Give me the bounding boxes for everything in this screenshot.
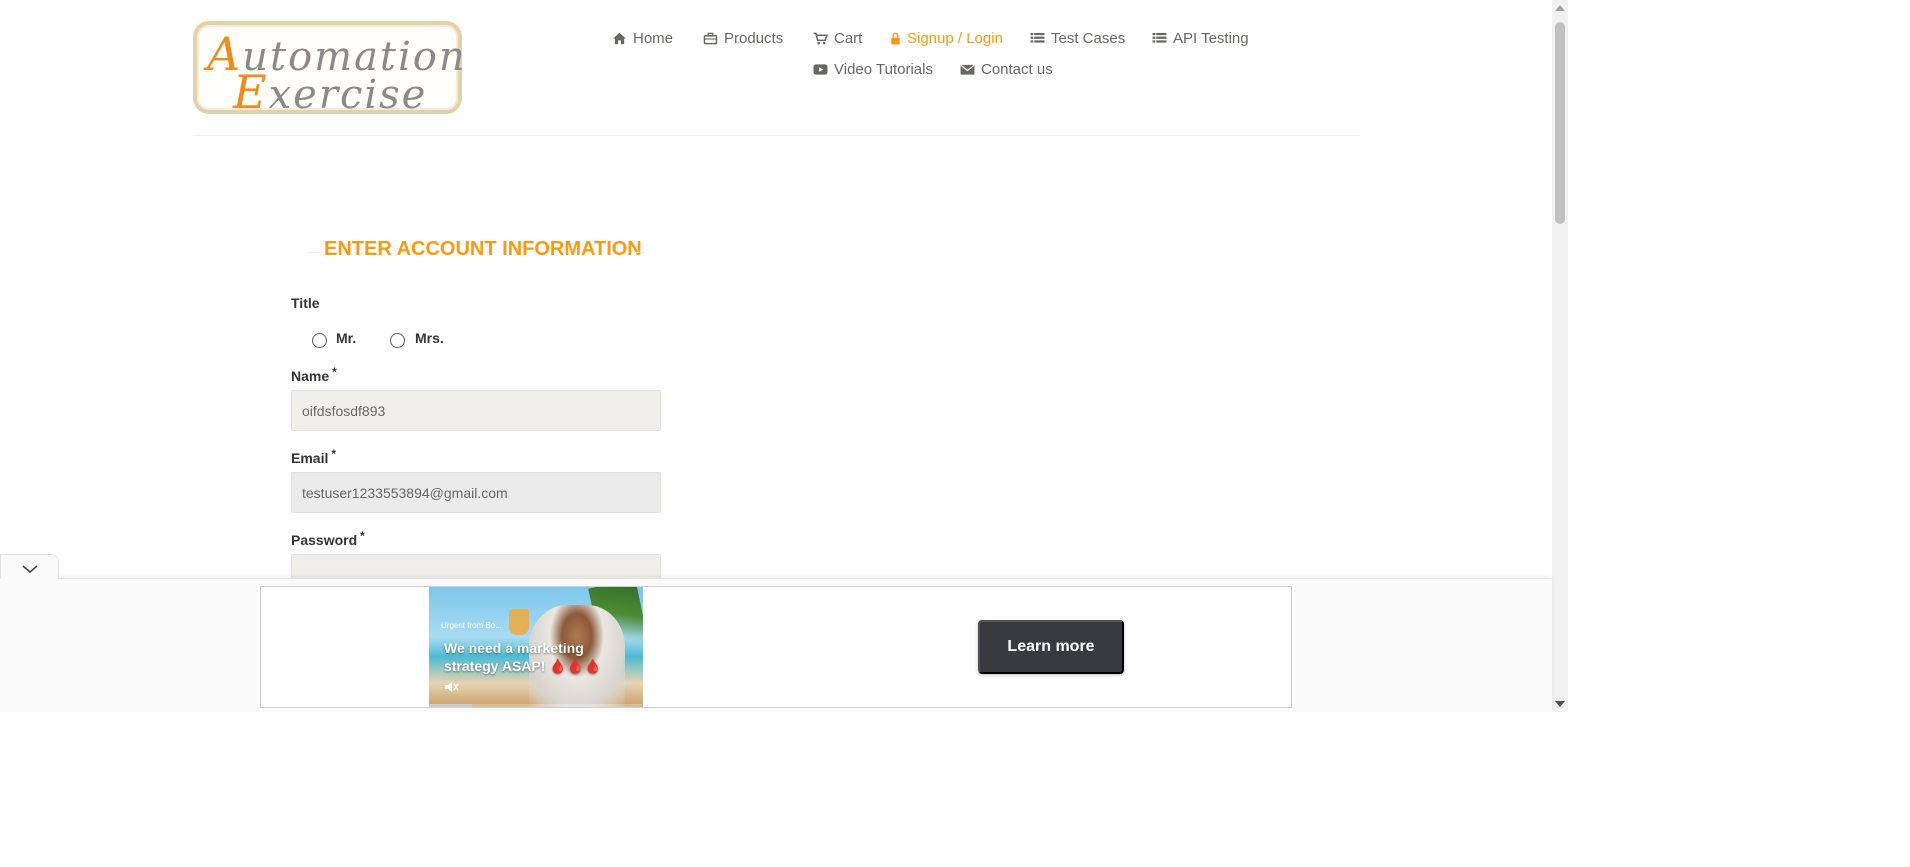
nav-test-cases[interactable]: Test Cases [1030, 30, 1125, 47]
form-heading: ENTER ACCOUNT INFORMATION [324, 238, 642, 260]
page: Automation Exercise Home Products Cart S… [0, 0, 1568, 712]
password-label: Password * [291, 529, 365, 548]
heading-rule-left [306, 252, 320, 253]
envelope-icon [960, 64, 975, 75]
nav-api-testing-label: API Testing [1173, 30, 1249, 47]
radio-mr-label: Mr. [336, 330, 357, 346]
mute-icon[interactable] [443, 679, 459, 695]
ad-collapse-toggle[interactable] [0, 554, 59, 579]
ad-learn-more-button[interactable]: Learn more [978, 620, 1124, 674]
nav-products-label: Products [724, 30, 784, 47]
header-divider [193, 135, 1360, 136]
email-label: Email * [291, 447, 337, 466]
nav-video-tutorials-label: Video Tutorials [834, 61, 933, 78]
required-marker: * [360, 529, 365, 543]
required-marker: * [331, 447, 337, 461]
scroll-down-arrow-icon[interactable] [1555, 701, 1565, 707]
list-icon [1030, 32, 1045, 43]
nav-contact-us[interactable]: Contact us [960, 61, 1053, 78]
ad-video-progress [429, 704, 643, 707]
nav-contact-us-label: Contact us [981, 61, 1053, 78]
ad-badge: Urgent from Bo... [441, 621, 502, 630]
ad-banner[interactable]: Urgent from Bo... We need a marketing st… [260, 586, 1292, 708]
scroll-thumb[interactable] [1555, 22, 1565, 224]
chevron-down-icon [22, 565, 38, 574]
nav-test-cases-label: Test Cases [1051, 30, 1126, 47]
name-input[interactable] [291, 390, 661, 431]
home-icon [613, 32, 626, 45]
email-input[interactable] [291, 472, 661, 513]
ad-drink-graphic [509, 609, 529, 635]
radio-mrs-label: Mrs. [415, 330, 444, 346]
scroll-up-arrow-icon[interactable] [1555, 5, 1565, 11]
page-scrollbar[interactable] [1552, 0, 1568, 712]
briefcase-icon [703, 32, 718, 45]
nav-products[interactable]: Products [703, 30, 783, 47]
radio-mr[interactable] [312, 333, 327, 348]
lock-icon [891, 32, 900, 45]
ad-video-progress-fill [429, 704, 472, 707]
nav-home[interactable]: Home [612, 30, 673, 47]
list-icon [1152, 32, 1167, 43]
site-logo[interactable]: Automation Exercise [193, 21, 465, 119]
nav-api-testing[interactable]: API Testing [1152, 30, 1249, 47]
nav-cart[interactable]: Cart [813, 30, 862, 47]
form-heading-block: ENTER ACCOUNT INFORMATION [306, 236, 646, 266]
name-label: Name * [291, 365, 337, 384]
title-label: Title [291, 295, 320, 311]
nav-video-tutorials[interactable]: Video Tutorials [813, 61, 933, 78]
ad-headline: We need a marketing strategy ASAP! 🩸🩸🩸 [444, 640, 602, 674]
nav-home-label: Home [633, 30, 674, 47]
cart-icon [813, 32, 828, 45]
nav-cart-label: Cart [834, 30, 863, 47]
required-marker: * [332, 365, 337, 379]
youtube-icon [813, 64, 828, 75]
heading-rule-right [632, 252, 646, 253]
nav-signup-login-label: Signup / Login [907, 30, 1003, 47]
radio-mrs[interactable] [390, 333, 405, 348]
logo-line-2: Exercise [233, 65, 428, 119]
ad-video[interactable]: Urgent from Bo... We need a marketing st… [429, 587, 643, 707]
nav-signup-login[interactable]: Signup / Login [890, 30, 1003, 47]
